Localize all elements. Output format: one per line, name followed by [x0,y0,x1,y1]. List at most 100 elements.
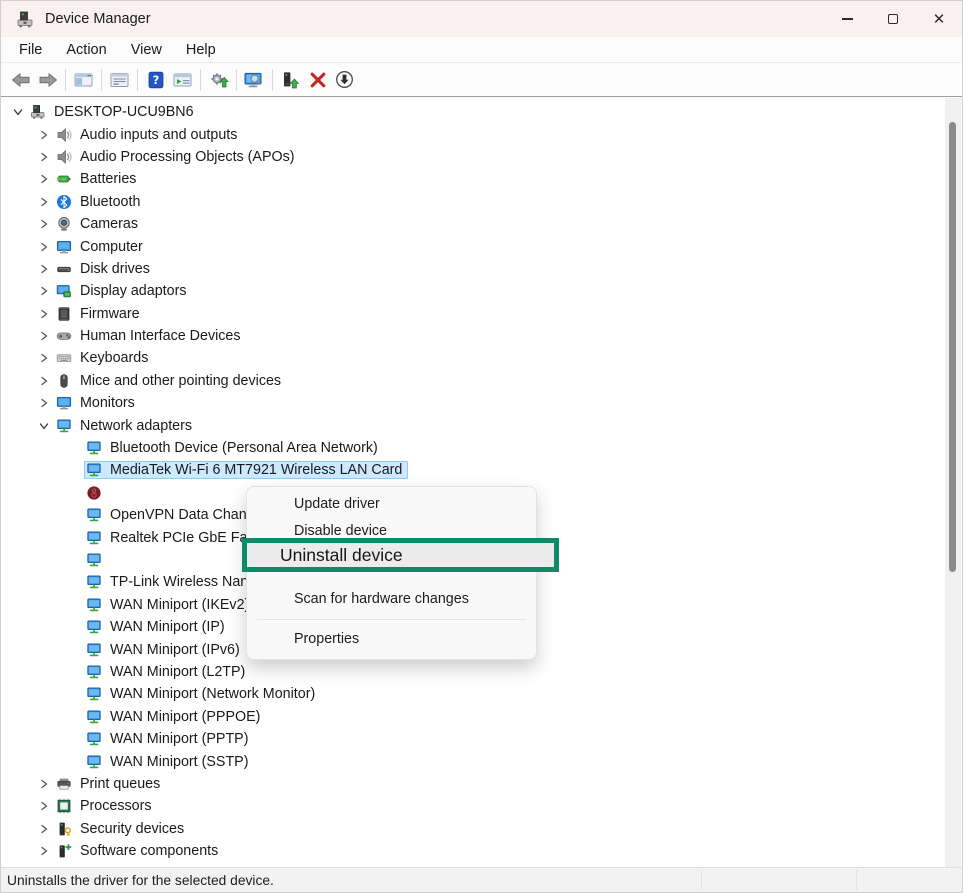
tree-item-wan-miniport-pppoe[interactable]: WAN Miniport (PPPOE) [2,706,945,728]
chevron-right-icon[interactable] [36,171,52,187]
tree-item-content [84,551,116,569]
network-icon [86,530,102,546]
tree-item-wan-miniport-network-monitor[interactable]: WAN Miniport (Network Monitor) [2,683,945,705]
search-computers-button[interactable] [241,66,268,93]
toolbar-separator [236,69,237,91]
scrollbar-thumb[interactable] [949,122,956,572]
tree-item-content: Computer [54,238,149,256]
tree-item-content: Batteries [54,170,142,188]
tree-item-disk-drives[interactable]: Disk drives [2,258,945,280]
tree-item-label: DESKTOP-UCU9BN6 [54,104,194,120]
tree-item-content: WAN Miniport (IPv6) [84,641,246,659]
chevron-down-icon[interactable] [36,418,52,434]
tree-item-content: Bluetooth Device (Personal Area Network) [84,439,384,457]
tree-item-mediatek-wi-fi-6-mt7921-wireless-lan-card[interactable]: MediaTek Wi-Fi 6 MT7921 Wireless LAN Car… [2,459,945,481]
disable-device-button[interactable] [331,66,358,93]
menu-help[interactable]: Help [174,40,228,60]
tree-item-mice-and-other-pointing-devices[interactable]: Mice and other pointing devices [2,370,945,392]
tree-item-label: Processors [80,798,152,814]
update-driver-icon [281,71,300,89]
tree-item-bluetooth[interactable]: Bluetooth [2,191,945,213]
chevron-right-icon[interactable] [36,306,52,322]
tree-item-display-adaptors[interactable]: Display adaptors [2,280,945,302]
uninstall-device-button[interactable] [304,66,331,93]
update-driver-button[interactable] [277,66,304,93]
tree-item-label: WAN Miniport (L2TP) [110,664,245,680]
tree-item-label: Bluetooth Device (Personal Area Network) [110,440,378,456]
close-button[interactable]: ✕ [916,1,962,37]
tree-item-content: WAN Miniport (PPTP) [84,730,254,748]
tree-item-content: Mice and other pointing devices [54,372,287,390]
tree-item-desktop-ucu9bn6[interactable]: DESKTOP-UCU9BN6 [2,101,945,123]
forward-button[interactable] [34,66,61,93]
tree-item-content: Disk drives [54,260,156,278]
chevron-right-icon[interactable] [36,821,52,837]
chevron-down-icon[interactable] [10,104,26,120]
action-pane-button[interactable] [169,66,196,93]
tree-item-content: Keyboards [54,349,154,367]
properties-pane-button[interactable] [106,66,133,93]
minimize-icon [842,18,853,19]
error-icon [86,485,102,501]
network-icon [86,686,102,702]
context-menu-item-uninstall-device[interactable]: Uninstall device [247,545,403,566]
network-icon [86,664,102,680]
toolbar: ? [1,63,962,97]
tree-item-audio-inputs-and-outputs[interactable]: Audio inputs and outputs [2,123,945,145]
chevron-right-icon[interactable] [36,194,52,210]
maximize-button[interactable] [870,1,916,37]
tree-item-print-queues[interactable]: Print queues [2,773,945,795]
tree-item-processors[interactable]: Processors [2,795,945,817]
tree-item-wan-miniport-l2tp[interactable]: WAN Miniport (L2TP) [2,661,945,683]
context-menu-item-properties[interactable]: Properties [247,626,536,653]
context-menu-item-scan-for-hardware-changes[interactable]: Scan for hardware changes [247,585,536,613]
minimize-button[interactable] [824,1,870,37]
tree-item-wan-miniport-pptp[interactable]: WAN Miniport (PPTP) [2,728,945,750]
tree-item-label: WAN Miniport (IKEv2) [110,597,249,613]
tree-item-content: Realtek PCIe GbE Fam [84,529,265,547]
chevron-right-icon[interactable] [36,283,52,299]
chevron-right-icon[interactable] [36,328,52,344]
show-console-tree-button[interactable] [70,66,97,93]
network-icon [86,597,102,613]
chevron-right-icon[interactable] [36,776,52,792]
tree-item-computer[interactable]: Computer [2,235,945,257]
tree-item-software-components[interactable]: Software components [2,840,945,862]
vertical-scrollbar[interactable] [945,98,961,867]
chevron-right-icon[interactable] [36,127,52,143]
tree-item-content: WAN Miniport (SSTP) [84,753,254,771]
chevron-right-icon[interactable] [36,261,52,277]
tree-item-firmware[interactable]: Firmware [2,303,945,325]
computer-search-icon [244,71,265,89]
back-button[interactable] [7,66,34,93]
device-manager-window: Device Manager ✕ FileActionViewHelp ? DE… [0,0,963,893]
tree-item-human-interface-devices[interactable]: Human Interface Devices [2,325,945,347]
status-pane-divider [701,870,702,890]
menu-view[interactable]: View [119,40,174,60]
tree-item-security-devices[interactable]: Security devices [2,818,945,840]
menu-file[interactable]: File [7,40,54,60]
context-menu-item-update-driver[interactable]: Update driver [247,491,536,518]
chevron-right-icon[interactable] [36,149,52,165]
forward-arrow-icon [38,71,58,89]
audio-icon [56,127,72,143]
tree-item-wan-miniport-sstp[interactable]: WAN Miniport (SSTP) [2,750,945,772]
chevron-right-icon[interactable] [36,843,52,859]
chevron-right-icon[interactable] [36,373,52,389]
tree-item-keyboards[interactable]: Keyboards [2,347,945,369]
scan-hardware-changes-button[interactable] [205,66,232,93]
help-button[interactable]: ? [142,66,169,93]
tree-item-bluetooth-device-personal-area-network[interactable]: Bluetooth Device (Personal Area Network) [2,437,945,459]
tree-item-cameras[interactable]: Cameras [2,213,945,235]
chevron-right-icon[interactable] [36,350,52,366]
tree-item-monitors[interactable]: Monitors [2,392,945,414]
chevron-right-icon[interactable] [36,395,52,411]
chevron-right-icon[interactable] [36,216,52,232]
tree-item-batteries[interactable]: Batteries [2,168,945,190]
chevron-right-icon[interactable] [36,239,52,255]
menu-action[interactable]: Action [54,40,118,60]
tree-item-audio-processing-objects-apos[interactable]: Audio Processing Objects (APOs) [2,146,945,168]
tree-item-network-adapters[interactable]: Network adapters [2,414,945,436]
chevron-right-icon[interactable] [36,798,52,814]
tree-item-content: Software components [54,842,224,860]
